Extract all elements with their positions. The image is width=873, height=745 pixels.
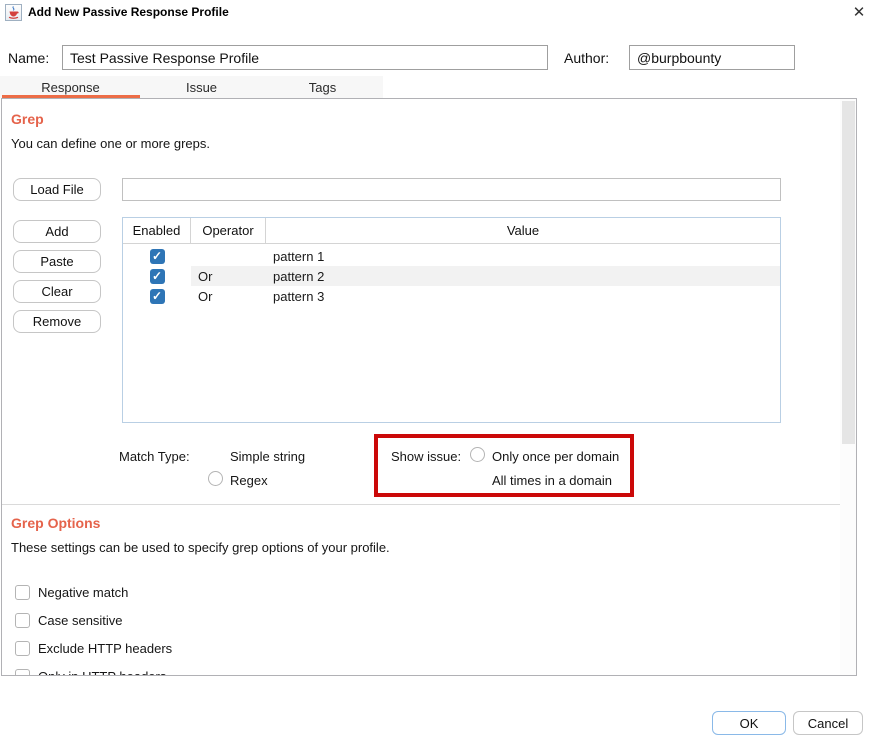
radio-regex[interactable]	[208, 471, 223, 486]
clear-button[interactable]: Clear	[13, 280, 101, 303]
exclude-http-headers-label: Exclude HTTP headers	[38, 641, 172, 656]
radio-all-times-label[interactable]: All times in a domain	[492, 473, 612, 488]
checked-checkbox-icon[interactable]: ✓	[150, 289, 165, 304]
header-value[interactable]: Value	[266, 218, 780, 243]
author-input[interactable]	[629, 45, 795, 70]
table-row[interactable]: ✓ Or pattern 2	[123, 266, 780, 286]
add-button[interactable]: Add	[13, 220, 101, 243]
grep-options-subtitle: These settings can be used to specify gr…	[11, 540, 390, 555]
operator-cell: Or	[191, 286, 266, 306]
grep-file-input[interactable]	[122, 178, 781, 201]
remove-button[interactable]: Remove	[13, 310, 101, 333]
value-cell: pattern 3	[266, 286, 780, 306]
only-in-http-headers-label: Only in HTTP headers	[38, 669, 166, 676]
vertical-scrollbar-thumb[interactable]	[842, 101, 855, 444]
value-cell: pattern 1	[266, 246, 780, 266]
section-divider	[2, 504, 856, 505]
author-label: Author:	[564, 50, 609, 66]
operator-cell	[191, 246, 266, 266]
radio-regex-label[interactable]: Regex	[230, 473, 268, 488]
negative-match-checkbox[interactable]	[15, 585, 30, 600]
table-row[interactable]: ✓ pattern 1	[123, 246, 780, 266]
radio-simple-string-label[interactable]: Simple string	[230, 449, 305, 464]
name-input[interactable]	[62, 45, 548, 70]
show-issue-label: Show issue:	[391, 449, 461, 464]
paste-button[interactable]: Paste	[13, 250, 101, 273]
enabled-cell: ✓	[123, 289, 191, 304]
case-sensitive-label: Case sensitive	[38, 613, 123, 628]
header-operator[interactable]: Operator	[191, 218, 266, 243]
value-cell: pattern 2	[266, 266, 780, 286]
ok-button[interactable]: OK	[712, 711, 786, 735]
dialog-window: Add New Passive Response Profile ✕ Name:…	[0, 0, 873, 745]
checkbox-row-exclude-http-headers[interactable]: Exclude HTTP headers	[15, 641, 172, 656]
load-file-button[interactable]: Load File	[13, 178, 101, 201]
greps-table-header: Enabled Operator Value	[123, 218, 780, 244]
enabled-cell: ✓	[123, 249, 191, 264]
match-type-label: Match Type:	[119, 449, 190, 464]
grep-section-title: Grep	[11, 111, 44, 127]
tab-issue[interactable]: Issue	[141, 76, 262, 98]
java-coffee-cup-icon	[7, 6, 20, 19]
header-enabled[interactable]: Enabled	[123, 218, 191, 243]
title-bar: Add New Passive Response Profile ✕	[0, 0, 873, 26]
java-app-icon	[5, 4, 22, 21]
checkbox-row-case-sensitive[interactable]: Case sensitive	[15, 613, 123, 628]
table-row[interactable]: ✓ Or pattern 3	[123, 286, 780, 306]
response-tab-panel: Grep You can define one or more greps. L…	[1, 98, 857, 676]
name-label: Name:	[8, 50, 49, 66]
enabled-cell: ✓	[123, 269, 191, 284]
greps-table: Enabled Operator Value ✓ pattern 1 ✓ Or	[122, 217, 781, 423]
only-in-http-headers-checkbox[interactable]	[15, 669, 30, 676]
grep-options-title: Grep Options	[11, 515, 100, 531]
checkbox-row-negative-match[interactable]: Negative match	[15, 585, 128, 600]
operator-cell: Or	[191, 266, 266, 286]
checked-checkbox-icon[interactable]: ✓	[150, 249, 165, 264]
cancel-button[interactable]: Cancel	[793, 711, 863, 735]
grep-section-subtitle: You can define one or more greps.	[11, 136, 210, 151]
exclude-http-headers-checkbox[interactable]	[15, 641, 30, 656]
checkbox-row-only-in-http-headers[interactable]: Only in HTTP headers	[15, 669, 166, 676]
radio-only-once-per-domain[interactable]	[470, 447, 485, 462]
window-title: Add New Passive Response Profile	[28, 5, 229, 19]
case-sensitive-checkbox[interactable]	[15, 613, 30, 628]
checked-checkbox-icon[interactable]: ✓	[150, 269, 165, 284]
radio-only-once-label[interactable]: Only once per domain	[492, 449, 619, 464]
negative-match-label: Negative match	[38, 585, 128, 600]
tab-tags[interactable]: Tags	[262, 76, 383, 98]
close-icon[interactable]: ✕	[849, 2, 869, 22]
